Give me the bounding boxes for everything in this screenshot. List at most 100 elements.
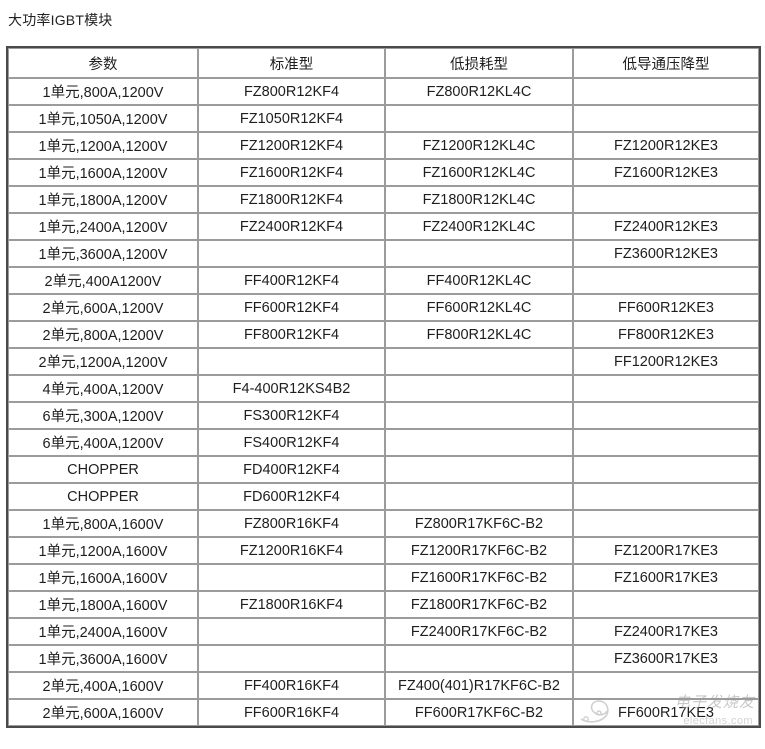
cell-standard: FF800R12KF4 bbox=[198, 321, 385, 348]
cell-low-loss: FF600R12KL4C bbox=[385, 294, 573, 321]
table-row: 6单元,400A,1200V FS400R12KF4 bbox=[8, 429, 759, 456]
column-header-low-vce: 低导通压降型 bbox=[573, 48, 759, 78]
cell-param: 6单元,400A,1200V bbox=[8, 429, 198, 456]
cell-standard: FF400R16KF4 bbox=[198, 672, 385, 699]
cell-low-vce: FZ1200R17KE3 bbox=[573, 537, 759, 564]
cell-low-vce bbox=[573, 267, 759, 294]
table-row: CHOPPER FD600R12KF4 bbox=[8, 483, 759, 510]
cell-param: 1单元,1050A,1200V bbox=[8, 105, 198, 132]
table-body: 1单元,800A,1200V FZ800R12KF4 FZ800R12KL4C 1单元… bbox=[8, 78, 759, 726]
cell-low-vce: FZ1600R17KE3 bbox=[573, 564, 759, 591]
cell-low-loss: FF800R12KL4C bbox=[385, 321, 573, 348]
spec-table-container: 参数 标准型 低损耗型 低导通压降型 1单元,800A,1200V FZ800R1… bbox=[6, 46, 761, 728]
cell-standard: F4-400R12KS4B2 bbox=[198, 375, 385, 402]
cell-param: 1单元,1200A,1600V bbox=[8, 537, 198, 564]
cell-low-vce bbox=[573, 510, 759, 537]
cell-param: CHOPPER bbox=[8, 456, 198, 483]
cell-low-vce bbox=[573, 591, 759, 618]
cell-low-loss bbox=[385, 429, 573, 456]
cell-standard: FZ800R12KF4 bbox=[198, 78, 385, 105]
table-row: 1单元,3600A,1200V FZ3600R12KE3 bbox=[8, 240, 759, 267]
cell-standard: FS400R12KF4 bbox=[198, 429, 385, 456]
cell-low-loss: FZ800R17KF6C-B2 bbox=[385, 510, 573, 537]
cell-param: 1单元,800A,1200V bbox=[8, 78, 198, 105]
table-row: 1单元,1600A,1200V FZ1600R12KF4 FZ1600R12KL4C… bbox=[8, 159, 759, 186]
table-row: 1单元,2400A,1200V FZ2400R12KF4 FZ2400R12KL4C… bbox=[8, 213, 759, 240]
cell-param: 1单元,800A,1600V bbox=[8, 510, 198, 537]
cell-standard bbox=[198, 240, 385, 267]
cell-standard: FZ1200R16KF4 bbox=[198, 537, 385, 564]
cell-standard: FZ1800R12KF4 bbox=[198, 186, 385, 213]
cell-low-loss: FZ800R12KL4C bbox=[385, 78, 573, 105]
table-row: 6单元,300A,1200V FS300R12KF4 bbox=[8, 402, 759, 429]
cell-param: CHOPPER bbox=[8, 483, 198, 510]
cell-param: 1单元,1200A,1200V bbox=[8, 132, 198, 159]
cell-low-loss: FZ1800R17KF6C-B2 bbox=[385, 591, 573, 618]
cell-low-loss bbox=[385, 645, 573, 672]
cell-low-loss: FZ1800R12KL4C bbox=[385, 186, 573, 213]
table-row: 1单元,1800A,1200V FZ1800R12KF4 FZ1800R12KL4C bbox=[8, 186, 759, 213]
cell-param: 6单元,300A,1200V bbox=[8, 402, 198, 429]
cell-standard: FS300R12KF4 bbox=[198, 402, 385, 429]
table-header: 参数 标准型 低损耗型 低导通压降型 bbox=[8, 48, 759, 78]
table-row: 2单元,400A,1600V FF400R16KF4 FZ400(401)R17KF… bbox=[8, 672, 759, 699]
cell-low-vce: FZ2400R12KE3 bbox=[573, 213, 759, 240]
cell-low-vce bbox=[573, 483, 759, 510]
table-row: 2单元,600A,1600V FF600R16KF4 FF600R17KF6C-B2… bbox=[8, 699, 759, 726]
cell-param: 2单元,1200A,1200V bbox=[8, 348, 198, 375]
cell-standard: FZ1600R12KF4 bbox=[198, 159, 385, 186]
cell-standard: FF400R12KF4 bbox=[198, 267, 385, 294]
cell-low-loss: FZ2400R12KL4C bbox=[385, 213, 573, 240]
table-row: 4单元,400A,1200V F4-400R12KS4B2 bbox=[8, 375, 759, 402]
cell-standard: FZ1200R12KF4 bbox=[198, 132, 385, 159]
table-row: 1单元,2400A,1600V FZ2400R17KF6C-B2 FZ2400R17… bbox=[8, 618, 759, 645]
cell-low-loss bbox=[385, 375, 573, 402]
cell-low-loss bbox=[385, 240, 573, 267]
table-row: 1单元,800A,1200V FZ800R12KF4 FZ800R12KL4C bbox=[8, 78, 759, 105]
cell-param: 1单元,1600A,1200V bbox=[8, 159, 198, 186]
cell-standard bbox=[198, 348, 385, 375]
cell-low-loss: FF600R17KF6C-B2 bbox=[385, 699, 573, 726]
table-row: CHOPPER FD400R12KF4 bbox=[8, 456, 759, 483]
cell-low-loss bbox=[385, 456, 573, 483]
table-row: 2单元,400A1200V FF400R12KF4 FF400R12KL4C bbox=[8, 267, 759, 294]
cell-low-vce: FZ1200R12KE3 bbox=[573, 132, 759, 159]
cell-standard bbox=[198, 564, 385, 591]
table-header-row: 参数 标准型 低损耗型 低导通压降型 bbox=[8, 48, 759, 78]
cell-low-vce bbox=[573, 456, 759, 483]
cell-low-vce: FF600R17KE3 bbox=[573, 699, 759, 726]
cell-param: 1单元,3600A,1200V bbox=[8, 240, 198, 267]
cell-param: 1单元,2400A,1200V bbox=[8, 213, 198, 240]
column-header-low-loss: 低损耗型 bbox=[385, 48, 573, 78]
cell-param: 2单元,600A,1600V bbox=[8, 699, 198, 726]
cell-low-vce: FZ3600R17KE3 bbox=[573, 645, 759, 672]
cell-param: 1单元,2400A,1600V bbox=[8, 618, 198, 645]
cell-low-loss: FF400R12KL4C bbox=[385, 267, 573, 294]
table-row: 2单元,600A,1200V FF600R12KF4 FF600R12KL4C FF6… bbox=[8, 294, 759, 321]
table-row: 1单元,1200A,1200V FZ1200R12KF4 FZ1200R12KL4C… bbox=[8, 132, 759, 159]
cell-standard: FZ2400R12KF4 bbox=[198, 213, 385, 240]
cell-standard: FD600R12KF4 bbox=[198, 483, 385, 510]
cell-low-loss bbox=[385, 483, 573, 510]
cell-param: 2单元,600A,1200V bbox=[8, 294, 198, 321]
table-row: 2单元,1200A,1200V FF1200R12KE3 bbox=[8, 348, 759, 375]
cell-standard bbox=[198, 618, 385, 645]
cell-standard: FF600R12KF4 bbox=[198, 294, 385, 321]
cell-low-loss: FZ2400R17KF6C-B2 bbox=[385, 618, 573, 645]
table-row: 1单元,800A,1600V FZ800R16KF4 FZ800R17KF6C-B2 bbox=[8, 510, 759, 537]
cell-param: 4单元,400A,1200V bbox=[8, 375, 198, 402]
cell-low-vce: FF600R12KE3 bbox=[573, 294, 759, 321]
cell-low-loss: FZ400(401)R17KF6C-B2 bbox=[385, 672, 573, 699]
cell-low-loss: FZ1600R17KF6C-B2 bbox=[385, 564, 573, 591]
page-title: 大功率IGBT模块 bbox=[8, 12, 113, 28]
cell-low-vce: FZ3600R12KE3 bbox=[573, 240, 759, 267]
table-row: 2单元,800A,1200V FF800R12KF4 FF800R12KL4C FF8… bbox=[8, 321, 759, 348]
igbt-module-spec-table: 参数 标准型 低损耗型 低导通压降型 1单元,800A,1200V FZ800R1… bbox=[6, 46, 761, 728]
cell-standard: FD400R12KF4 bbox=[198, 456, 385, 483]
table-row: 1单元,1200A,1600V FZ1200R16KF4 FZ1200R17KF6C… bbox=[8, 537, 759, 564]
cell-low-vce: FF1200R12KE3 bbox=[573, 348, 759, 375]
cell-low-vce bbox=[573, 429, 759, 456]
cell-param: 2单元,800A,1200V bbox=[8, 321, 198, 348]
cell-low-vce: FZ2400R17KE3 bbox=[573, 618, 759, 645]
cell-low-loss: FZ1200R12KL4C bbox=[385, 132, 573, 159]
